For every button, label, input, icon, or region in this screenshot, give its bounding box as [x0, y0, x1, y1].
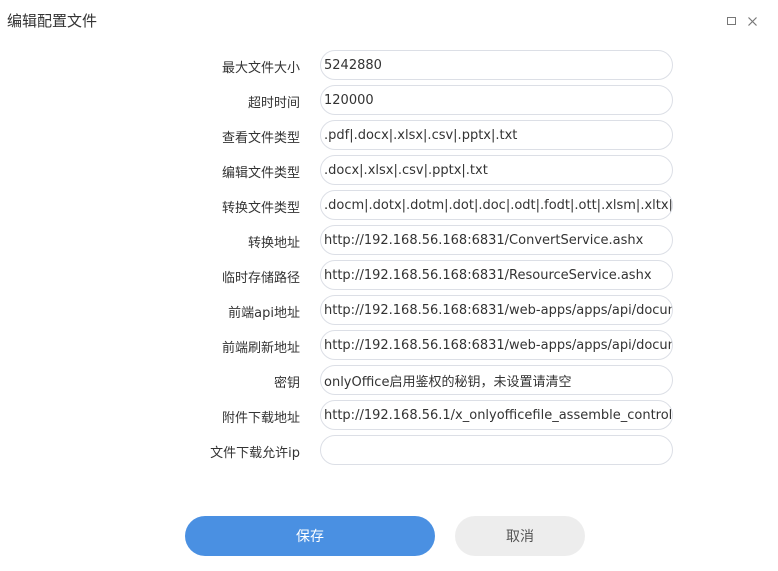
close-icon[interactable] [745, 14, 759, 28]
field-label: 前端刷新地址 [221, 341, 300, 356]
field-label: 转换文件类型 [221, 201, 300, 216]
dialog-titlebar: 编辑配置文件 [0, 0, 778, 42]
field-wrapper [320, 225, 673, 255]
field-wrapper [320, 400, 673, 430]
form-row-secret-key: 密钥 [0, 365, 778, 395]
form-row-attachment-download-url: 附件下载地址 [0, 400, 778, 430]
frontend-refresh-url-input[interactable] [321, 331, 672, 359]
view-file-types-input[interactable] [321, 121, 672, 149]
field-wrapper [320, 435, 673, 465]
field-wrapper [320, 120, 673, 150]
field-label: 附件下载地址 [221, 411, 300, 426]
secret-key-input[interactable] [321, 366, 672, 394]
form-row-view-file-types: 查看文件类型 [0, 120, 778, 150]
frontend-api-url-input[interactable] [321, 296, 672, 324]
field-label: 转换地址 [247, 236, 300, 251]
form-row-download-allowed-ip: 文件下载允许ip [0, 435, 778, 465]
form-row-edit-file-types: 编辑文件类型 [0, 155, 778, 185]
cancel-button[interactable]: 取消 [455, 516, 585, 556]
field-label: 最大文件大小 [221, 61, 300, 76]
download-allowed-ip-input[interactable] [321, 436, 672, 464]
edit-file-types-input[interactable] [321, 156, 672, 184]
dialog-title: 编辑配置文件 [7, 12, 98, 30]
form-row-timeout: 超时时间 [0, 85, 778, 115]
field-label: 临时存储路径 [221, 271, 300, 286]
field-wrapper [320, 330, 673, 360]
field-wrapper [320, 50, 673, 80]
field-label: 超时时间 [247, 96, 300, 111]
field-wrapper [320, 85, 673, 115]
field-wrapper [320, 190, 673, 220]
form-row-frontend-refresh-url: 前端刷新地址 [0, 330, 778, 360]
maximize-icon[interactable] [724, 14, 738, 28]
field-wrapper [320, 260, 673, 290]
field-wrapper [320, 295, 673, 325]
max-file-size-input[interactable] [321, 51, 672, 79]
form-row-convert-url: 转换地址 [0, 225, 778, 255]
field-label: 文件下载允许ip [210, 446, 300, 461]
form-row-max-file-size: 最大文件大小 [0, 50, 778, 80]
field-label: 密钥 [273, 376, 300, 391]
temp-storage-path-input[interactable] [321, 261, 672, 289]
convert-file-types-input[interactable] [321, 191, 672, 219]
field-wrapper [320, 365, 673, 395]
field-label: 前端api地址 [228, 306, 300, 321]
form-row-frontend-api-url: 前端api地址 [0, 295, 778, 325]
form-row-temp-storage-path: 临时存储路径 [0, 260, 778, 290]
convert-url-input[interactable] [321, 226, 672, 254]
field-label: 查看文件类型 [221, 131, 300, 146]
attachment-download-url-input[interactable] [321, 401, 672, 429]
field-wrapper [320, 155, 673, 185]
save-button[interactable]: 保存 [185, 516, 435, 556]
field-label: 编辑文件类型 [221, 166, 300, 181]
timeout-input[interactable] [321, 86, 672, 114]
form-row-convert-file-types: 转换文件类型 [0, 190, 778, 220]
